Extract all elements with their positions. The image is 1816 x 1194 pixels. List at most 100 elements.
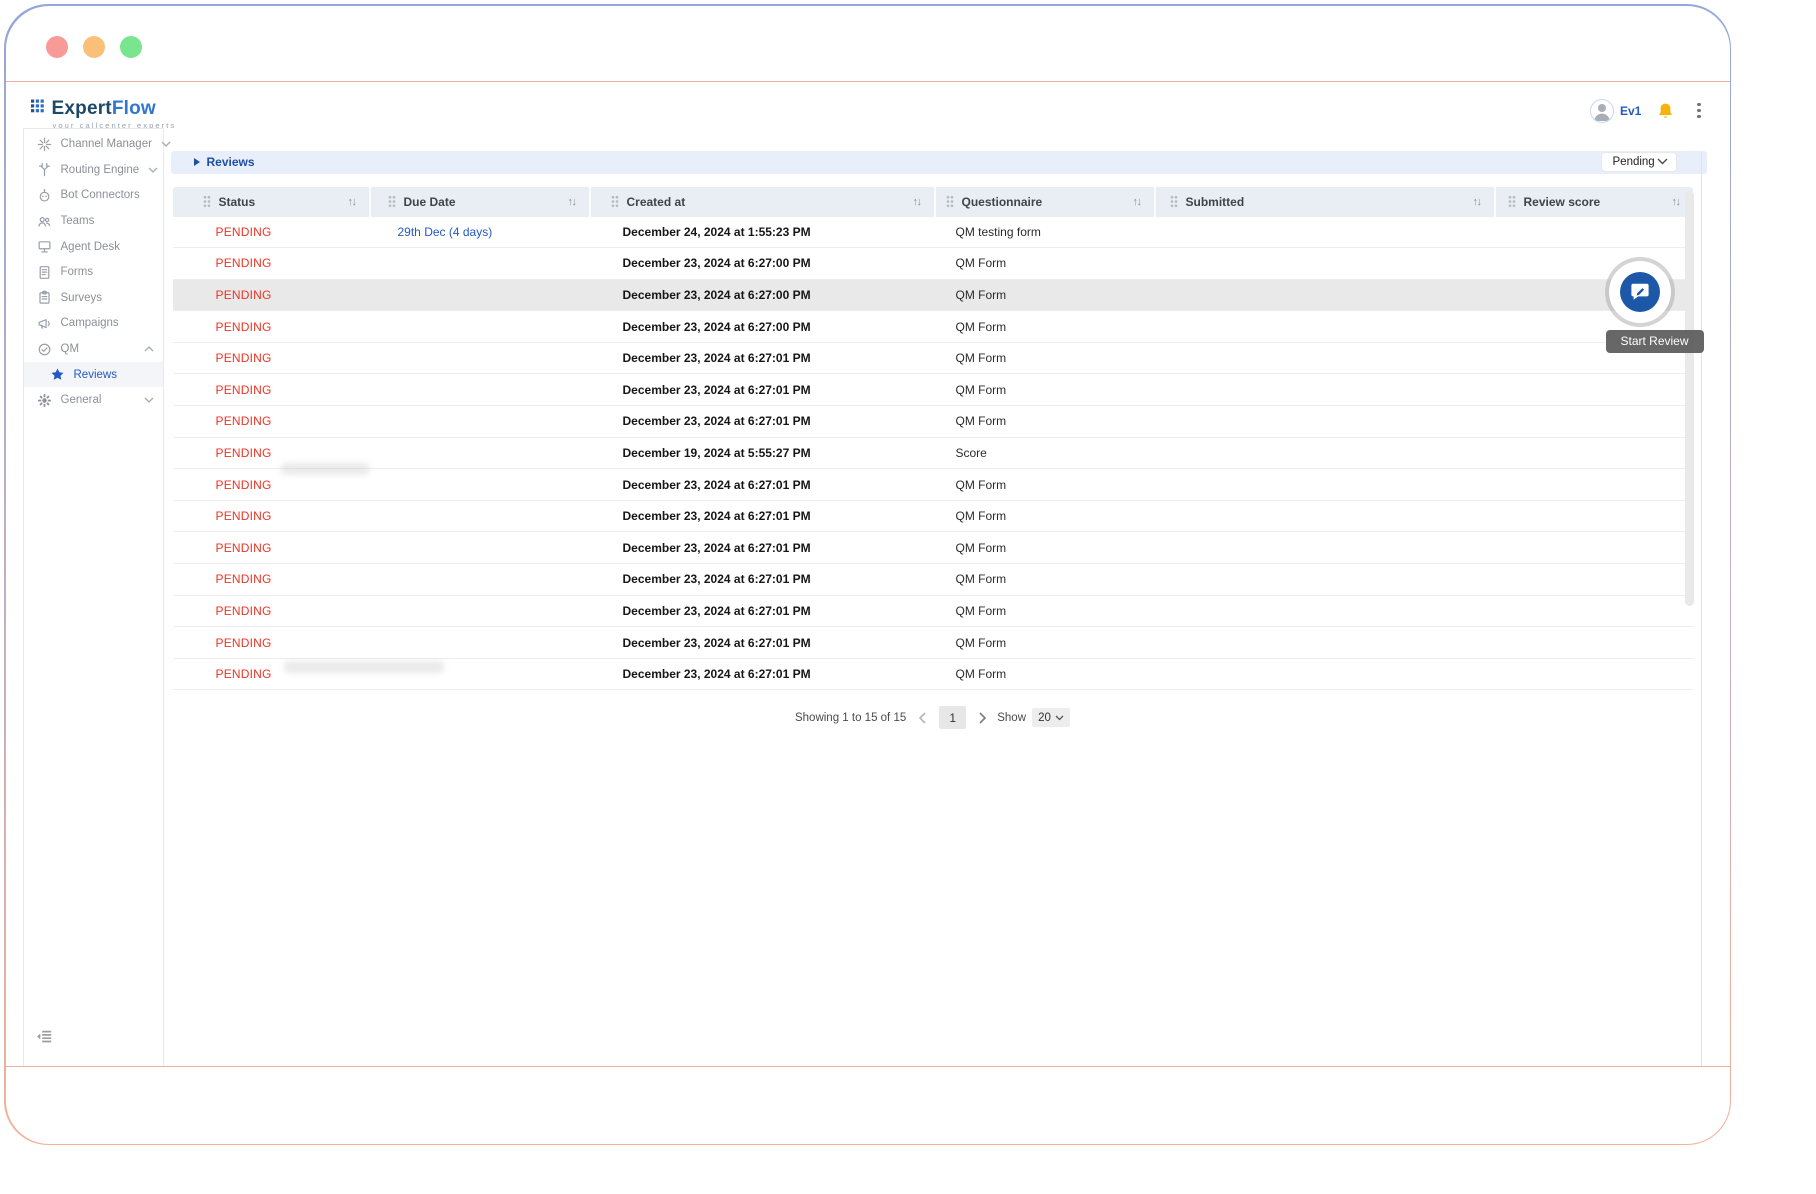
status-cell: PENDING: [173, 541, 371, 555]
sort-icon[interactable]: ↑↓: [1672, 196, 1680, 208]
sidebar-item-label: Agent Desk: [61, 241, 120, 253]
sort-icon[interactable]: ↑↓: [1473, 196, 1481, 208]
table-header-row: Status↑↓Due Date↑↓Created at↑↓Questionna…: [173, 187, 1693, 217]
minimize-button[interactable]: [83, 36, 105, 58]
sidebar-collapse-icon[interactable]: [36, 1028, 53, 1050]
table-row[interactable]: PENDINGDecember 19, 2024 at 5:55:27 PMSc…: [173, 438, 1693, 470]
sidebar-item-reviews[interactable]: Reviews: [24, 362, 163, 388]
table-row[interactable]: PENDINGDecember 23, 2024 at 6:27:01 PMQM…: [173, 343, 1693, 375]
quest-cell: QM Form: [936, 256, 1156, 270]
sort-icon[interactable]: ↑↓: [348, 196, 356, 208]
sort-icon[interactable]: ↑↓: [1133, 196, 1141, 208]
hub-icon: [37, 137, 52, 152]
chat-edit-icon: [1629, 281, 1651, 303]
sidebar-item-channel-manager[interactable]: Channel Manager: [24, 132, 163, 158]
status-cell: PENDING: [173, 225, 371, 239]
user-name[interactable]: Ev1: [1620, 104, 1641, 118]
status-filter-select[interactable]: Pending: [1601, 152, 1677, 172]
drag-handle-icon[interactable]: [388, 195, 396, 208]
created-cell: December 23, 2024 at 6:27:01 PM: [591, 572, 936, 586]
table-scrollbar[interactable]: [1685, 191, 1694, 606]
sidebar-item-forms[interactable]: Forms: [24, 259, 163, 285]
quest-cell: QM Form: [936, 478, 1156, 492]
drag-handle-icon[interactable]: [611, 195, 619, 208]
breadcrumb-arrow-icon: [194, 158, 200, 166]
status-cell: PENDING: [173, 478, 371, 492]
column-header-created-at[interactable]: Created at↑↓: [591, 187, 936, 217]
drag-handle-icon[interactable]: [203, 195, 211, 208]
close-button[interactable]: [46, 36, 68, 58]
table-row[interactable]: PENDINGDecember 23, 2024 at 6:27:00 PMQM…: [173, 280, 1693, 312]
drag-handle-icon[interactable]: [1170, 195, 1178, 208]
column-header-questionnaire[interactable]: Questionnaire ↑↓: [936, 187, 1156, 217]
header-user-cluster: Ev1: [1590, 99, 1706, 123]
table-row[interactable]: PENDINGDecember 23, 2024 at 6:27:01 PMQM…: [173, 406, 1693, 438]
quest-cell: QM Form: [936, 288, 1156, 302]
sidebar-item-surveys[interactable]: Surveys: [24, 285, 163, 311]
content-right-border: [1701, 151, 1702, 1067]
bell-icon[interactable]: [1657, 102, 1674, 120]
reviews-table: Status↑↓Due Date↑↓Created at↑↓Questionna…: [173, 187, 1693, 691]
created-cell: December 19, 2024 at 5:55:27 PM: [591, 446, 936, 460]
sort-icon[interactable]: ↑↓: [568, 196, 576, 208]
column-label: Due Date: [404, 195, 456, 209]
sort-icon[interactable]: ↑↓: [913, 196, 921, 208]
created-cell: December 23, 2024 at 6:27:01 PM: [591, 604, 936, 618]
quest-cell: QM Form: [936, 509, 1156, 523]
avatar[interactable]: [1590, 99, 1614, 123]
breadcrumb[interactable]: Reviews: [194, 155, 255, 169]
sidebar-item-agent-desk[interactable]: Agent Desk: [24, 234, 163, 260]
sidebar-item-general[interactable]: General: [24, 387, 163, 413]
due-cell[interactable]: 29th Dec (4 days): [371, 225, 591, 239]
created-cell: December 23, 2024 at 6:27:01 PM: [591, 414, 936, 428]
brand-name: ExpertFlow: [52, 98, 156, 120]
table-row[interactable]: PENDINGDecember 23, 2024 at 6:27:01 PMQM…: [173, 627, 1693, 659]
quest-cell: QM Form: [936, 604, 1156, 618]
traffic-lights: [46, 36, 142, 58]
page-number-button[interactable]: 1: [939, 706, 966, 729]
status-cell: PENDING: [173, 351, 371, 365]
start-review-button[interactable]: [1605, 257, 1675, 327]
column-label: Questionnaire: [962, 195, 1043, 209]
sidebar-item-qm[interactable]: QM: [24, 336, 163, 362]
sidebar-item-bot-connectors[interactable]: Bot Connectors: [24, 183, 163, 209]
column-header-submitted[interactable]: Submitted↑↓: [1156, 187, 1496, 217]
page-size-select[interactable]: 20: [1032, 708, 1070, 727]
sidebar-item-label: Surveys: [61, 292, 103, 304]
zoom-button[interactable]: [120, 36, 142, 58]
table-row[interactable]: PENDING29th Dec (4 days)December 24, 202…: [173, 217, 1693, 249]
status-cell: PENDING: [173, 572, 371, 586]
table-row[interactable]: PENDINGDecember 23, 2024 at 6:27:01 PMQM…: [173, 532, 1693, 564]
next-page-icon[interactable]: [978, 712, 987, 724]
check-circle-icon: [37, 342, 52, 357]
sidebar-item-teams[interactable]: Teams: [24, 208, 163, 234]
table-row[interactable]: PENDINGDecember 23, 2024 at 6:27:00 PMQM…: [173, 311, 1693, 343]
table-row[interactable]: PENDINGDecember 23, 2024 at 6:27:01 PMQM…: [173, 501, 1693, 533]
sidebar-item-routing-engine[interactable]: Routing Engine: [24, 157, 163, 183]
column-header-status[interactable]: Status↑↓: [173, 187, 371, 217]
sidebar-item-campaigns[interactable]: Campaigns: [24, 311, 163, 337]
quest-cell: QM Form: [936, 320, 1156, 334]
chevron-down-icon: [1055, 715, 1064, 721]
drag-handle-icon[interactable]: [1508, 195, 1516, 208]
table-row[interactable]: PENDINGDecember 23, 2024 at 6:27:01 PMQM…: [173, 374, 1693, 406]
window-body: ExpertFlow your callcenter experts Ev1: [6, 6, 1730, 1144]
show-label: Show: [997, 712, 1026, 724]
created-cell: December 24, 2024 at 1:55:23 PM: [591, 225, 936, 239]
column-header-review-score[interactable]: Review score↑↓: [1496, 187, 1693, 217]
quest-cell: QM testing form: [936, 225, 1156, 239]
previous-page-icon[interactable]: [918, 712, 927, 724]
drag-handle-icon[interactable]: [946, 195, 954, 208]
table-row[interactable]: PENDINGDecember 23, 2024 at 6:27:01 PMQM…: [173, 564, 1693, 596]
monitor-icon: [37, 239, 52, 254]
bot-icon: [37, 188, 52, 203]
column-header-due-date[interactable]: Due Date ↑↓: [371, 187, 591, 217]
kebab-menu-icon[interactable]: [1692, 100, 1705, 121]
clipboard-icon: [37, 290, 52, 305]
table-row[interactable]: PENDINGDecember 23, 2024 at 6:27:01 PMQM…: [173, 596, 1693, 628]
route-split-icon: [37, 162, 52, 177]
created-cell: December 23, 2024 at 6:27:00 PM: [591, 288, 936, 302]
table-row[interactable]: PENDINGDecember 23, 2024 at 6:27:01 PMQM…: [173, 469, 1693, 501]
table-row[interactable]: PENDINGDecember 23, 2024 at 6:27:00 PMQM…: [173, 248, 1693, 280]
quest-cell: Score: [936, 446, 1156, 460]
